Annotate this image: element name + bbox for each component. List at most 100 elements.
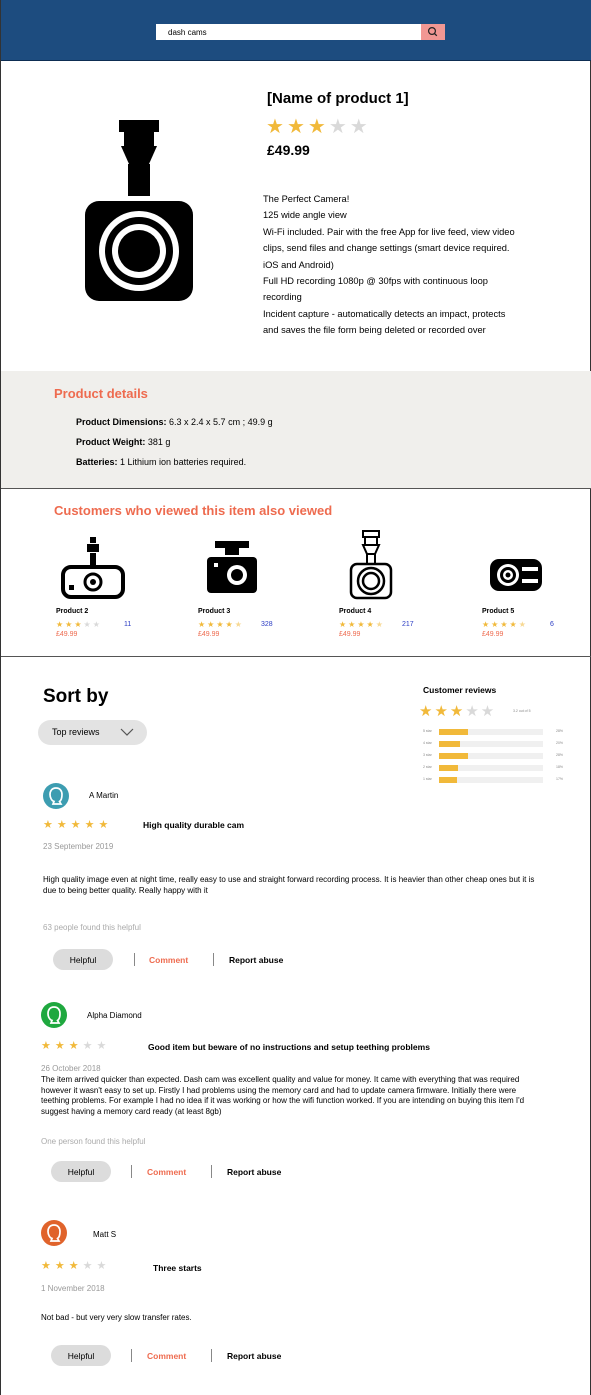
review-date: 26 October 2018: [41, 1064, 101, 1073]
reviewer-name[interactable]: Matt S: [93, 1230, 116, 1239]
divider: [211, 1349, 212, 1362]
bar-pct: 28%: [556, 729, 564, 733]
review-3: Matt S ★★★★★ Three starts 1 November 201…: [1, 1218, 591, 1378]
review-body: Not bad - but very very slow transfer ra…: [41, 1313, 192, 1322]
desc-line: Wi-Fi included. Pair with the free App f…: [263, 226, 515, 237]
review-stars: ★★★★★: [43, 819, 113, 831]
bar-fill-2-star: [439, 765, 458, 771]
search-input[interactable]: [156, 24, 421, 40]
also-viewed-heading: Customers who viewed this item also view…: [54, 503, 333, 518]
report-abuse-link[interactable]: Report abuse: [227, 1351, 281, 1361]
review-body: The item arrived quicker than expected. …: [41, 1075, 525, 1116]
desc-line: Incident capture - automatically detects…: [263, 308, 506, 319]
dash-cam-icon: [61, 537, 125, 599]
helpful-count: One person found this helpful: [41, 1137, 146, 1146]
divider: [213, 953, 214, 966]
product-details-heading: Product details: [54, 386, 148, 401]
review-title: Good item but beware of no instructions …: [148, 1042, 430, 1052]
product-card-2[interactable]: Product 2 ★★★★★ 11 £49.99: [56, 535, 131, 645]
review-stars: ★★★★★: [41, 1260, 111, 1272]
card-price: £49.99: [339, 631, 361, 638]
card-stars: ★★★★★: [56, 620, 102, 629]
chevron-down-icon: [120, 728, 134, 736]
card-price: £49.99: [482, 631, 504, 638]
card-name: Product 2: [56, 608, 89, 615]
product-card-4[interactable]: Product 4 ★★★★★ 217 £49.99: [339, 530, 429, 645]
bar-label: 5 star: [423, 729, 432, 733]
product-title: [Name of product 1]: [267, 90, 409, 107]
desc-line: clips, send files and change settings (s…: [263, 243, 510, 254]
bar-fill-4-star: [439, 741, 460, 747]
bar-label: 2 star: [423, 765, 432, 769]
product-card-5[interactable]: Product 5 ★★★★★ 6 £49.99: [482, 535, 572, 645]
sort-dropdown[interactable]: Top reviews: [38, 720, 147, 745]
rating-breakdown: 5 star 28% 4 star 20% 3 star 28% 2 star …: [421, 728, 571, 788]
review-title: Three starts: [153, 1263, 202, 1273]
desc-line: iOS and Android): [263, 259, 334, 270]
review-2: Alpha Diamond ★★★★★ Good item but beware…: [1, 1000, 591, 1190]
card-review-count[interactable]: 11: [124, 621, 131, 628]
user-avatar-icon: [41, 1002, 67, 1028]
card-stars: ★★★★★: [198, 620, 244, 629]
summary-stars: ★★★★★: [419, 703, 497, 720]
helpful-button[interactable]: Helpful: [51, 1345, 111, 1366]
detail-dimensions: Product Dimensions: 6.3 x 2.4 x 5.7 cm ;…: [76, 417, 273, 427]
divider: [131, 1349, 132, 1362]
card-price: £49.99: [56, 631, 78, 638]
report-abuse-link[interactable]: Report abuse: [229, 955, 283, 965]
product-card-3[interactable]: Product 3 ★★★★★ 328 £49.99: [198, 535, 288, 645]
magnifier-icon: [427, 26, 438, 37]
review-title: High quality durable cam: [143, 820, 245, 830]
review-body: High quality image even at night time, r…: [43, 875, 535, 895]
detail-batteries: Batteries: 1 Lithium ion batteries requi…: [76, 457, 247, 467]
helpful-button[interactable]: Helpful: [53, 949, 113, 970]
dash-cam-icon: [490, 559, 542, 591]
card-stars: ★★★★★: [482, 620, 528, 629]
desc-line: and saves the file form being deleted or…: [263, 325, 486, 336]
sort-title: Sort by: [43, 686, 109, 707]
dash-cam-icon: [85, 120, 193, 301]
sort-selected-label: Top reviews: [52, 727, 100, 737]
search-button[interactable]: [421, 24, 445, 40]
review-stars: ★★★★★: [41, 1040, 111, 1052]
comment-link[interactable]: Comment: [147, 1351, 186, 1361]
desc-line: 125 wide angle view: [263, 210, 347, 221]
card-name: Product 3: [198, 608, 231, 615]
report-abuse-link[interactable]: Report abuse: [227, 1167, 281, 1177]
helpful-button[interactable]: Helpful: [51, 1161, 111, 1182]
card-name: Product 4: [339, 608, 372, 615]
divider: [211, 1165, 212, 1178]
desc-line: The Perfect Camera!: [263, 194, 350, 204]
bar-fill-3-star: [439, 753, 468, 759]
dash-cam-icon: [207, 541, 257, 593]
product-price: £49.99: [267, 142, 310, 158]
comment-link[interactable]: Comment: [149, 955, 188, 965]
review-date: 23 September 2019: [43, 842, 114, 851]
review-1: A Martin ★★★★★ High quality durable cam …: [1, 780, 591, 970]
comment-link[interactable]: Comment: [147, 1167, 186, 1177]
card-review-count[interactable]: 217: [402, 621, 414, 628]
card-name: Product 5: [482, 608, 515, 615]
summary-rating-text: 3.2 out of 5: [513, 709, 531, 713]
card-review-count[interactable]: 328: [261, 621, 273, 628]
bar-fill-5-star: [439, 729, 468, 735]
desc-line: recording: [263, 292, 302, 303]
bar-label: 3 star: [423, 753, 432, 757]
card-price: £49.99: [198, 631, 220, 638]
bar-pct: 18%: [556, 765, 564, 769]
card-review-count[interactable]: 6: [550, 621, 554, 628]
divider: [134, 953, 135, 966]
helpful-count: 63 people found this helpful: [43, 923, 141, 932]
bar-pct: 20%: [556, 741, 564, 745]
divider: [131, 1165, 132, 1178]
user-avatar-icon: [43, 783, 69, 809]
reviewer-name[interactable]: Alpha Diamond: [87, 1011, 142, 1020]
review-date: 1 November 2018: [41, 1284, 105, 1293]
user-avatar-icon: [41, 1220, 67, 1246]
bar-pct: 28%: [556, 753, 564, 757]
customer-reviews-title: Customer reviews: [423, 685, 497, 695]
desc-line: Full HD recording 1080p @ 30fps with con…: [263, 276, 488, 287]
reviewer-name[interactable]: A Martin: [89, 791, 118, 800]
detail-weight: Product Weight: 381 g: [76, 437, 171, 447]
dash-cam-icon: [349, 530, 393, 600]
